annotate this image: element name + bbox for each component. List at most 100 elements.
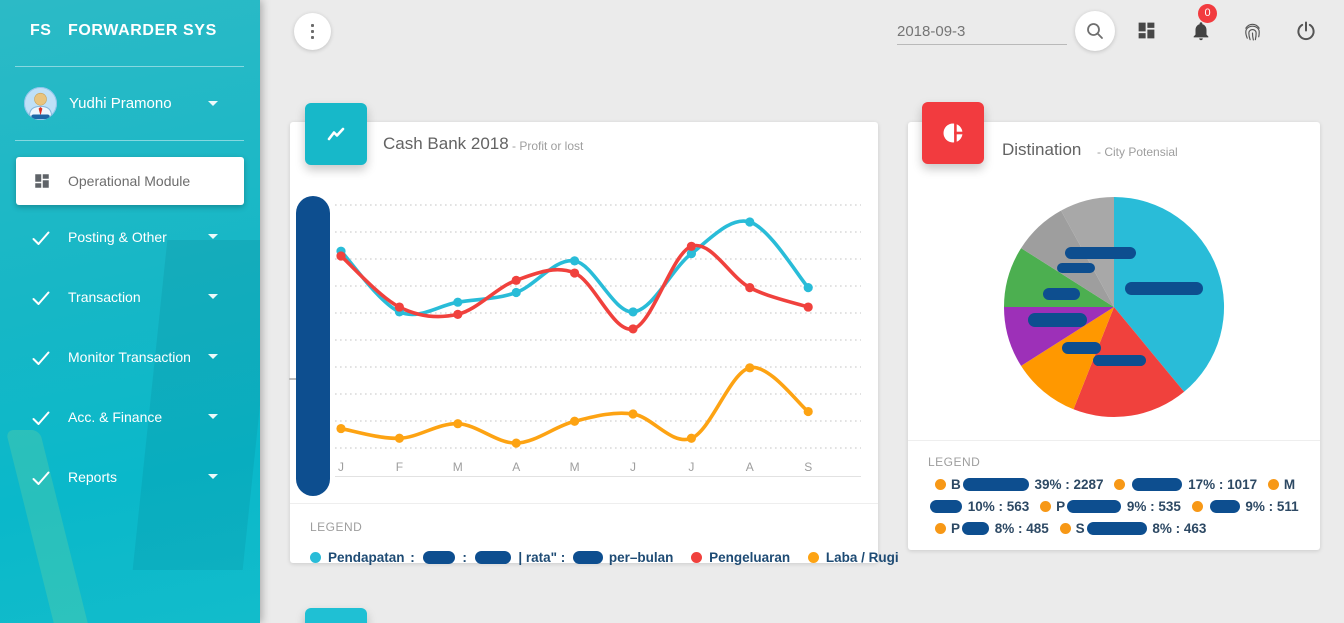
series-line-Laba / Rugi bbox=[339, 365, 810, 445]
legend-dot bbox=[1059, 523, 1071, 534]
legend-label: Pendapatan bbox=[328, 550, 405, 565]
legend-name-prefix: P bbox=[1056, 499, 1066, 514]
data-point[interactable] bbox=[570, 268, 580, 278]
pie-chart-legend: B 39% : 2287 17% : 1017 M 10% : 563 P 9%… bbox=[928, 474, 1304, 540]
sidebar: FS FORWARDER SYS Yudhi Pramono Operation… bbox=[0, 0, 260, 623]
card-title: Distination bbox=[1002, 140, 1082, 159]
data-point[interactable] bbox=[336, 423, 346, 434]
chevron-down-icon bbox=[208, 414, 218, 419]
data-point[interactable] bbox=[628, 409, 638, 419]
notification-badge: 0 bbox=[1198, 4, 1217, 23]
data-point[interactable] bbox=[394, 302, 404, 312]
user-avatar-icon[interactable] bbox=[24, 87, 57, 120]
data-point[interactable] bbox=[745, 283, 755, 293]
legend-label: Laba / Rugi bbox=[825, 550, 899, 565]
redacted-legend-name bbox=[1086, 522, 1147, 535]
sidebar-item-reports[interactable]: Reports bbox=[0, 466, 260, 506]
search-button[interactable] bbox=[1075, 11, 1115, 51]
redacted-legend-name bbox=[930, 500, 962, 513]
sidebar-item-label: Acc. & Finance bbox=[68, 409, 163, 425]
legend-percent: 8% bbox=[991, 521, 1015, 536]
date-input[interactable] bbox=[897, 18, 1067, 45]
sidebar-item-label: Monitor Transaction bbox=[68, 349, 191, 365]
sidebar-item-label: Operational Module bbox=[68, 173, 191, 189]
chevron-down-icon bbox=[208, 294, 218, 299]
legend-rata-label: | rata" : bbox=[518, 550, 566, 565]
data-point[interactable] bbox=[745, 217, 755, 227]
series-dot-laba-rugi bbox=[807, 552, 819, 563]
data-point[interactable] bbox=[453, 309, 463, 319]
trending-line-icon bbox=[327, 127, 345, 141]
chevron-down-icon[interactable] bbox=[208, 101, 218, 106]
data-point[interactable] bbox=[803, 283, 813, 293]
month-label: J bbox=[338, 460, 344, 474]
data-point[interactable] bbox=[394, 433, 404, 443]
data-point[interactable] bbox=[686, 433, 696, 443]
data-point[interactable] bbox=[336, 251, 346, 261]
month-label: F bbox=[396, 460, 403, 474]
month-label: J bbox=[688, 460, 694, 474]
legend-value: : 511 bbox=[1264, 499, 1299, 514]
y-axis-redaction-bar bbox=[296, 196, 330, 496]
data-point[interactable] bbox=[628, 324, 638, 334]
destination-card-icon bbox=[922, 102, 984, 164]
sidebar-item-posting-other[interactable]: Posting & Other bbox=[0, 226, 260, 266]
legend-dot bbox=[935, 479, 946, 490]
data-point[interactable] bbox=[628, 307, 638, 317]
data-point[interactable] bbox=[570, 416, 580, 426]
series-dot-pendapatan bbox=[310, 552, 321, 563]
sidebar-item-label: Reports bbox=[68, 469, 118, 485]
kebab-menu-icon bbox=[311, 24, 314, 42]
redacted-slice-label bbox=[1125, 282, 1203, 295]
sidebar-item-transaction[interactable]: Transaction bbox=[0, 286, 260, 326]
legend-title: LEGEND bbox=[928, 455, 981, 469]
legend-colon: : bbox=[462, 550, 467, 565]
series-dot-pengeluaran bbox=[691, 552, 703, 563]
month-label: A bbox=[512, 460, 520, 474]
line-chart: JFMAMJJAS bbox=[335, 204, 861, 477]
data-point[interactable] bbox=[511, 275, 521, 285]
more-menu-button[interactable] bbox=[294, 13, 331, 50]
legend-name-prefix: B bbox=[951, 477, 961, 492]
data-point[interactable] bbox=[511, 287, 521, 298]
card-subtitle: - City Potensial bbox=[1097, 145, 1178, 159]
legend-perbulan-label: per–bulan bbox=[608, 550, 674, 565]
sidebar-item-acc-finance[interactable]: Acc. & Finance bbox=[0, 406, 260, 446]
check-icon bbox=[32, 291, 50, 305]
legend-dot bbox=[1267, 479, 1279, 490]
legend-dot bbox=[935, 523, 946, 534]
sidebar-item-monitor-transaction[interactable]: Monitor Transaction bbox=[0, 346, 260, 386]
sidebar-item-operational-module[interactable]: Operational Module bbox=[16, 157, 244, 205]
sidebar-item-label: Transaction bbox=[68, 289, 141, 305]
divider bbox=[908, 440, 1320, 441]
data-point[interactable] bbox=[686, 241, 696, 251]
redacted-legend-name bbox=[962, 478, 1029, 491]
data-point[interactable] bbox=[453, 297, 463, 307]
data-point[interactable] bbox=[570, 256, 580, 266]
data-point[interactable] bbox=[745, 363, 755, 373]
brand: FS FORWARDER SYS bbox=[0, 0, 260, 66]
data-point[interactable] bbox=[453, 419, 463, 429]
redacted-slice-label bbox=[1057, 263, 1095, 273]
data-point[interactable] bbox=[511, 438, 521, 448]
redacted-slice-label bbox=[1043, 288, 1080, 300]
redacted-legend-name bbox=[1132, 478, 1183, 491]
chevron-down-icon bbox=[208, 474, 218, 479]
destination-card: Distination - City Potensial MedanMakass… bbox=[908, 122, 1320, 550]
legend-dot bbox=[1040, 501, 1052, 512]
divider bbox=[290, 503, 878, 504]
divider bbox=[15, 140, 244, 141]
chevron-down-icon bbox=[208, 234, 218, 239]
next-card-icon-partial bbox=[305, 608, 367, 623]
data-point[interactable] bbox=[803, 302, 813, 312]
logout-button[interactable] bbox=[1295, 20, 1317, 42]
pie-chart-icon bbox=[943, 122, 965, 144]
notifications-button[interactable] bbox=[1190, 20, 1212, 42]
check-icon bbox=[32, 351, 50, 365]
fingerprint-button[interactable] bbox=[1241, 20, 1264, 43]
redacted-slice-label bbox=[1065, 247, 1136, 259]
data-point[interactable] bbox=[803, 406, 813, 417]
apps-grid-button[interactable] bbox=[1136, 20, 1157, 41]
redacted-slice-label bbox=[1028, 313, 1087, 327]
redacted-value bbox=[474, 551, 511, 564]
